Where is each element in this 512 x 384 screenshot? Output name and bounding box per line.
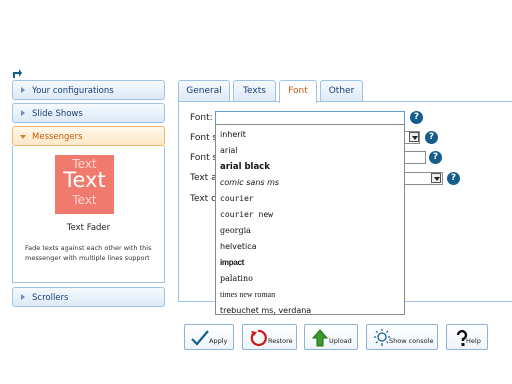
messenger-title: Text Fader — [66, 223, 111, 233]
text-color-label: Text c — [190, 194, 217, 204]
font-option-palatino[interactable]: palatino — [220, 274, 253, 283]
show-console-label: Show console — [389, 337, 434, 345]
chevron-down-icon — [20, 135, 26, 139]
restore-icon — [250, 329, 267, 347]
font-option-georgia[interactable]: georgia — [220, 226, 251, 235]
navigate-icon[interactable] — [11, 67, 23, 79]
help-icon[interactable]: ? — [429, 151, 442, 164]
show-console-button[interactable]: Show console — [366, 324, 438, 350]
font-style-input[interactable] — [404, 151, 426, 164]
chevron-down-icon[interactable] — [431, 173, 441, 183]
sidebar-item-label: Your configurations — [32, 86, 114, 96]
tab-texts[interactable]: Texts — [233, 80, 276, 102]
font-option-inherit[interactable]: inherit — [220, 130, 246, 139]
chevron-down-icon[interactable] — [409, 132, 419, 142]
sidebar-item-label: Messengers — [32, 132, 83, 142]
font-option-trebuchet[interactable]: trebuchet ms, verdana — [220, 306, 311, 315]
text-fader-thumbnail[interactable]: Text Text Text — [55, 155, 114, 214]
sidebar-item-label: Slide Shows — [32, 109, 83, 119]
sidebar-item-scrollers[interactable]: Scrollers — [12, 287, 165, 307]
font-option-helvetica[interactable]: helvetica — [220, 242, 257, 251]
help-icon[interactable]: ? — [425, 131, 438, 144]
font-dropdown-list[interactable]: inherit arial arial black comic sans ms … — [215, 124, 405, 315]
font-style-label: Font s — [190, 153, 218, 163]
chevron-right-icon — [21, 110, 25, 116]
sidebar-item-messengers[interactable]: Messengers — [12, 126, 165, 146]
restore-label: Restore — [268, 337, 293, 345]
font-option-comic-sans[interactable]: comic sans ms — [220, 178, 279, 187]
restore-button[interactable]: Restore — [242, 324, 297, 350]
font-option-impact[interactable]: impact — [220, 258, 244, 267]
help-icon[interactable]: ? — [410, 111, 423, 124]
messenger-description: Fade texts against each other with this … — [25, 244, 152, 262]
font-label: Font: — [190, 113, 213, 123]
apply-button[interactable]: Apply — [184, 324, 234, 350]
help-icon[interactable]: ? — [447, 172, 460, 185]
chevron-right-icon — [21, 294, 25, 300]
sidebar-item-your-configurations[interactable]: Your configurations — [12, 80, 165, 100]
font-option-times-new-roman[interactable]: times new roman — [220, 290, 275, 299]
apply-label: Apply — [209, 337, 228, 345]
chevron-right-icon — [21, 87, 25, 93]
font-option-arial-black[interactable]: arial black — [220, 162, 270, 172]
text-align-label: Text a — [190, 173, 217, 183]
font-input[interactable] — [215, 111, 405, 125]
upload-button[interactable]: Upload — [304, 324, 358, 350]
tab-font[interactable]: Font — [279, 80, 317, 103]
upload-label: Upload — [329, 337, 352, 345]
sidebar-item-slide-shows[interactable]: Slide Shows — [12, 103, 165, 123]
tab-other[interactable]: Other — [320, 80, 363, 102]
font-size-label: Font s — [190, 133, 218, 143]
font-option-courier[interactable]: courier — [220, 194, 254, 203]
font-option-arial[interactable]: arial — [220, 146, 238, 155]
tab-general[interactable]: General — [178, 80, 230, 102]
help-button[interactable]: Help — [446, 324, 488, 350]
font-option-courier-new[interactable]: courier new — [220, 210, 273, 219]
help-label: Help — [466, 337, 481, 345]
sidebar-item-label: Scrollers — [32, 293, 69, 303]
checkmark-icon — [191, 330, 209, 346]
upload-icon — [311, 329, 329, 347]
messengers-panel: Text Text Text Text Fader Fade texts aga… — [12, 146, 165, 283]
